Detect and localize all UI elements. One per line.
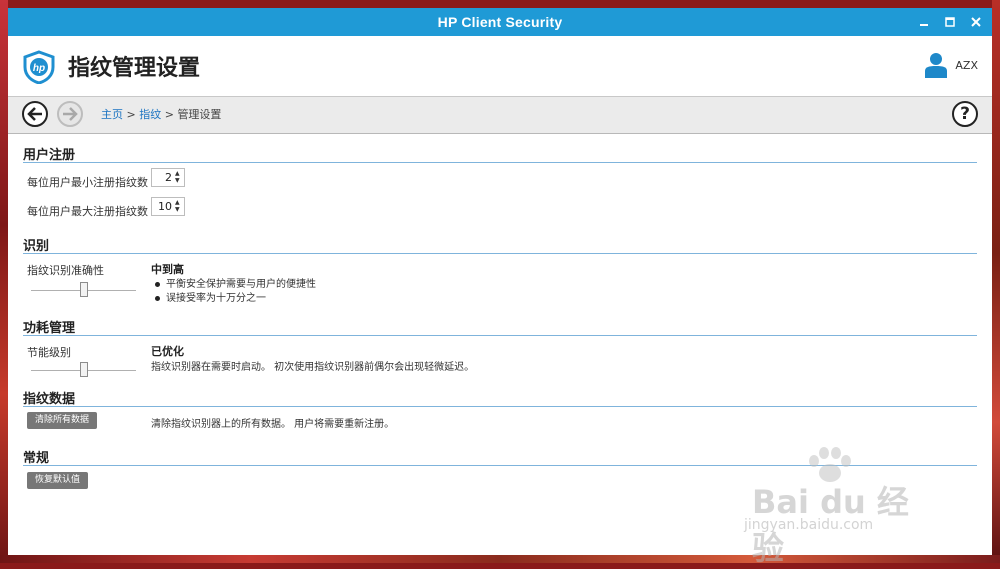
title-bar[interactable]: HP Client Security <box>8 8 992 36</box>
section-title-power: 功耗管理 <box>23 321 76 336</box>
accuracy-slider-label: 指纹识别准确性 <box>27 264 104 277</box>
close-icon <box>971 17 981 27</box>
max-fingerprints-value: 10 <box>158 200 172 213</box>
desktop-background-left <box>0 0 8 563</box>
close-button[interactable] <box>970 16 982 28</box>
breadcrumb-separator: > <box>164 108 174 121</box>
hp-shield-logo-icon: hp <box>23 50 55 84</box>
slider-thumb[interactable] <box>79 282 88 297</box>
breadcrumb-separator: > <box>126 108 136 121</box>
stepper-down-icon[interactable]: ▼ <box>175 207 182 213</box>
minimize-icon <box>920 24 928 26</box>
power-saving-slider[interactable] <box>31 360 136 380</box>
stepper-down-icon[interactable]: ▼ <box>175 178 182 184</box>
back-button[interactable] <box>22 101 48 127</box>
page-title: 指纹管理设置 <box>68 56 201 81</box>
section-title-data: 指纹数据 <box>23 392 76 407</box>
help-icon: ? <box>960 104 970 124</box>
min-fingerprints-label: 每位用户最小注册指纹数 <box>27 176 148 189</box>
section-title-recognition: 识别 <box>23 239 50 254</box>
section-title-general: 常规 <box>23 451 50 466</box>
section-divider <box>23 335 977 336</box>
breadcrumb-fingerprint-link[interactable]: 指纹 <box>139 108 161 121</box>
breadcrumb-home-link[interactable]: 主页 <box>101 108 123 121</box>
baidu-watermark: Bai du 经验 jingyan.baidu.com <box>740 447 940 567</box>
restore-defaults-button[interactable]: 恢复默认值 <box>27 472 89 489</box>
slider-thumb[interactable] <box>79 362 88 377</box>
window-controls <box>918 8 982 36</box>
min-fingerprints-value: 2 <box>165 171 172 184</box>
breadcrumb-current: 管理设置 <box>177 108 222 121</box>
accuracy-slider[interactable] <box>31 280 136 300</box>
max-fingerprints-stepper[interactable]: 10 ▲ ▼ <box>151 197 185 216</box>
power-level-description: 指纹识别器在需要时启动。 初次使用指纹识别器前偶尔会出现轻微延迟。 <box>151 362 475 373</box>
min-fingerprints-stepper[interactable]: 2 ▲ ▼ <box>151 168 185 187</box>
user-name: AZX <box>955 58 978 72</box>
section-divider <box>23 406 977 407</box>
maximize-button[interactable] <box>944 16 956 28</box>
watermark-url: jingyan.baidu.com <box>744 517 874 533</box>
user-icon <box>925 53 948 78</box>
max-fingerprints-label: 每位用户最大注册指纹数 <box>27 205 148 218</box>
navigation-bar: 主页 > 指纹 > 管理设置 ? <box>8 97 992 134</box>
desktop-background-right <box>992 0 1000 563</box>
help-button[interactable]: ? <box>952 101 978 127</box>
maximize-icon <box>945 17 955 27</box>
section-title-registration: 用户注册 <box>23 148 76 163</box>
clear-all-data-button[interactable]: 清除所有数据 <box>27 412 98 429</box>
power-slider-label: 节能级别 <box>27 346 71 359</box>
section-divider <box>23 253 977 254</box>
forward-button[interactable] <box>57 101 83 127</box>
section-divider <box>23 162 977 163</box>
window-title: HP Client Security <box>437 14 563 30</box>
accuracy-bullet: 平衡安全保护需要与用户的便捷性 <box>155 275 316 290</box>
clear-data-description: 清除指纹识别器上的所有数据。 用户将需要重新注册。 <box>151 419 395 430</box>
svg-text:hp: hp <box>33 63 45 74</box>
arrow-right-icon <box>63 107 78 121</box>
breadcrumb: 主页 > 指纹 > 管理设置 <box>101 97 221 133</box>
page-header: hp 指纹管理设置 AZX <box>8 36 992 97</box>
power-level-title: 已优化 <box>151 345 184 358</box>
accuracy-bullet: 误接受率为十万分之一 <box>155 289 266 304</box>
user-account[interactable]: AZX <box>925 52 978 78</box>
arrow-left-icon <box>27 107 42 121</box>
app-window: HP Client Security hp 指纹管理设置 AZX 主页 > 指纹… <box>8 8 992 567</box>
minimize-button[interactable] <box>918 16 930 28</box>
